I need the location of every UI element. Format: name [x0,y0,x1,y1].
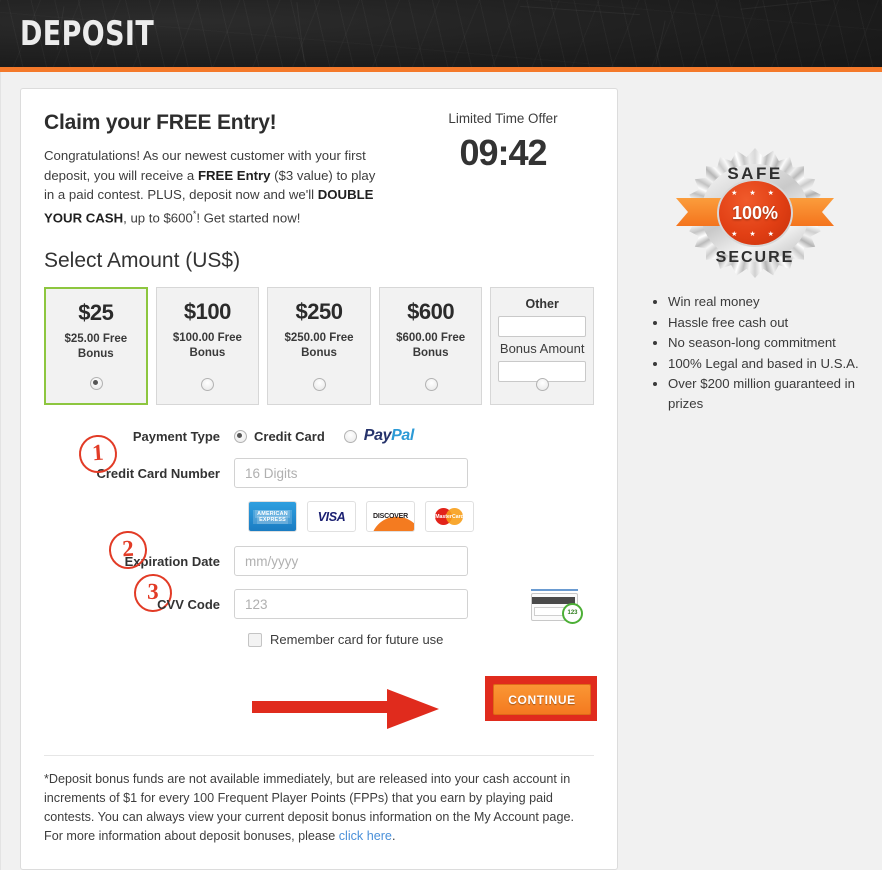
visa-text: VISA [317,509,346,524]
arrow-shaft [252,701,392,714]
benefits-list: Win real money Hassle free cash out No s… [648,292,862,413]
cvv-row: CVV Code 123 [44,588,594,624]
amount-tile-25[interactable]: $25 $25.00 Free Bonus [44,287,148,406]
badge-bottom-word: SECURE [715,249,795,266]
list-item: Win real money [668,292,862,312]
promo-body-4: ! Get started now! [196,209,301,225]
cvv-location-icon: 123 [531,588,583,624]
amount-tile-radio[interactable] [536,378,550,392]
amex-icon: AMERICAN EXPRESS [248,501,297,533]
card-number-input[interactable] [234,458,468,489]
header-texture-line [520,5,640,16]
countdown-timer: 09:42 [459,132,547,173]
continue-area: CONTINUE [44,671,597,743]
amount-tile-bonus: $250.00 Free Bonus [284,332,354,360]
cvv-label: CVV Code [157,596,220,612]
payment-form: 1 2 3 Payment Type Credit Card PayPal Cr… [44,427,597,743]
badge-stars-bottom: ★ ★ ★ [731,231,779,238]
amount-tile-radio[interactable] [424,378,438,392]
card-number-label: Credit Card Number [96,465,220,481]
mastercard-text: MasterCard [435,513,464,520]
payment-type-label: Payment Type [132,428,220,444]
amount-tile-value: $25 [78,300,114,326]
page-left-edge [0,72,1,870]
paypal-logo-pal: Pal [391,427,414,445]
footnote-text: *Deposit bonus funds are not available i… [44,772,574,844]
paypal-logo-pay: Pay [363,427,392,445]
amount-tile-bonus: $600.00 Free Bonus [396,332,466,360]
badge-stars-top: ★ ★ ★ [731,190,779,197]
header-texture-line [296,2,305,62]
page-body: Limited Time Offer 09:42 Claim your FREE… [0,72,882,870]
radio-paypal[interactable] [343,429,357,443]
deposit-form-card: Limited Time Offer 09:42 Claim your FREE… [20,88,618,870]
credit-card-label: Credit Card [254,428,325,444]
header-texture-line [655,20,666,65]
annotation-arrow-icon [252,689,442,730]
promo-bold-free-entry: FREE Entry [197,167,271,183]
badge-circle: ★ ★ ★ 100% ★ ★ ★ [717,179,793,247]
arrow-head [387,689,439,730]
amount-tile-value: $250 [295,299,343,325]
card-number-row: Credit Card Number [44,458,594,489]
list-item: Hassle free cash out [668,313,862,333]
cvv-card-topline [531,588,578,591]
amount-tiles: $25 $25.00 Free Bonus $100 $100.00 Free … [44,287,594,406]
discover-text: DISCOVER [373,513,408,521]
amount-tile-radio[interactable] [89,377,103,391]
limited-time-offer: Limited Time Offer 09:42 [413,111,593,174]
sidebar: SAFE SECURE ★ ★ ★ 100% ★ ★ ★ Win real mo… [648,88,862,414]
visa-icon: VISA [307,501,356,533]
mastercard-icon: MasterCard [425,501,474,533]
other-amount-input[interactable] [498,316,587,338]
expiration-input[interactable] [234,546,468,577]
amount-tile-value: $100 [183,299,231,325]
list-item: 100% Legal and based in U.S.A. [668,354,862,374]
other-label: Other [525,297,559,312]
payment-type-options: Credit Card PayPal [234,427,414,445]
continue-button[interactable]: CONTINUE [493,684,591,716]
paypal-logo[interactable]: PayPal [363,427,415,445]
promo-body: Congratulations! As our newest customer … [44,146,389,227]
payment-type-row: Payment Type Credit Card PayPal [44,427,594,445]
remember-card-checkbox[interactable] [248,632,262,647]
list-item: Over $200 million guaranteed in prizes [668,374,862,413]
page-title: DEPOSIT [20,14,155,54]
site-header: DEPOSIT [0,0,882,72]
header-texture-line [740,0,830,10]
remember-card-row[interactable]: Remember card for future use [248,632,594,647]
amount-tile-250[interactable]: $250 $250.00 Free Bonus [267,287,371,406]
amount-tile-radio[interactable] [313,378,326,392]
select-amount-heading: Select Amount (US$) [44,249,241,273]
amount-tile-other[interactable]: Other Bonus Amount [490,287,594,406]
amount-tile-value: $600 [407,299,455,325]
footnote-divider [44,755,594,757]
remember-card-label: Remember card for future use [270,632,444,648]
footnote-text-end: . [391,829,396,844]
timer-label: Limited Time Offer [448,111,558,126]
amount-tile-100[interactable]: $100 $100.00 Free Bonus [155,287,260,406]
footnote-link[interactable]: click here [339,829,392,843]
amount-tile-radio[interactable] [201,378,215,392]
discover-icon: DISCOVER [366,501,415,533]
badge-percent: 100% [731,202,779,223]
amount-tile-bonus: $25.00 Free Bonus [64,333,128,361]
accepted-cards: AMERICAN EXPRESS VISA DISCOVER MasterCard [248,501,594,533]
cvv-input[interactable] [234,589,468,620]
safe-secure-badge-icon: SAFE SECURE ★ ★ ★ 100% ★ ★ ★ [676,148,834,278]
other-bonus-label: Bonus Amount [499,341,585,357]
footnote: *Deposit bonus funds are not available i… [44,770,594,846]
amount-tile-600[interactable]: $600 $600.00 Free Bonus [378,287,483,406]
cvv-digits-highlight: 123 [562,602,583,624]
promo-body-3: , up to $600 [123,209,193,225]
list-item: No season-long commitment [668,333,862,353]
amex-line2: EXPRESS [257,515,288,524]
amount-tile-bonus: $100.00 Free Bonus [172,332,242,360]
radio-credit-card[interactable] [234,429,247,443]
